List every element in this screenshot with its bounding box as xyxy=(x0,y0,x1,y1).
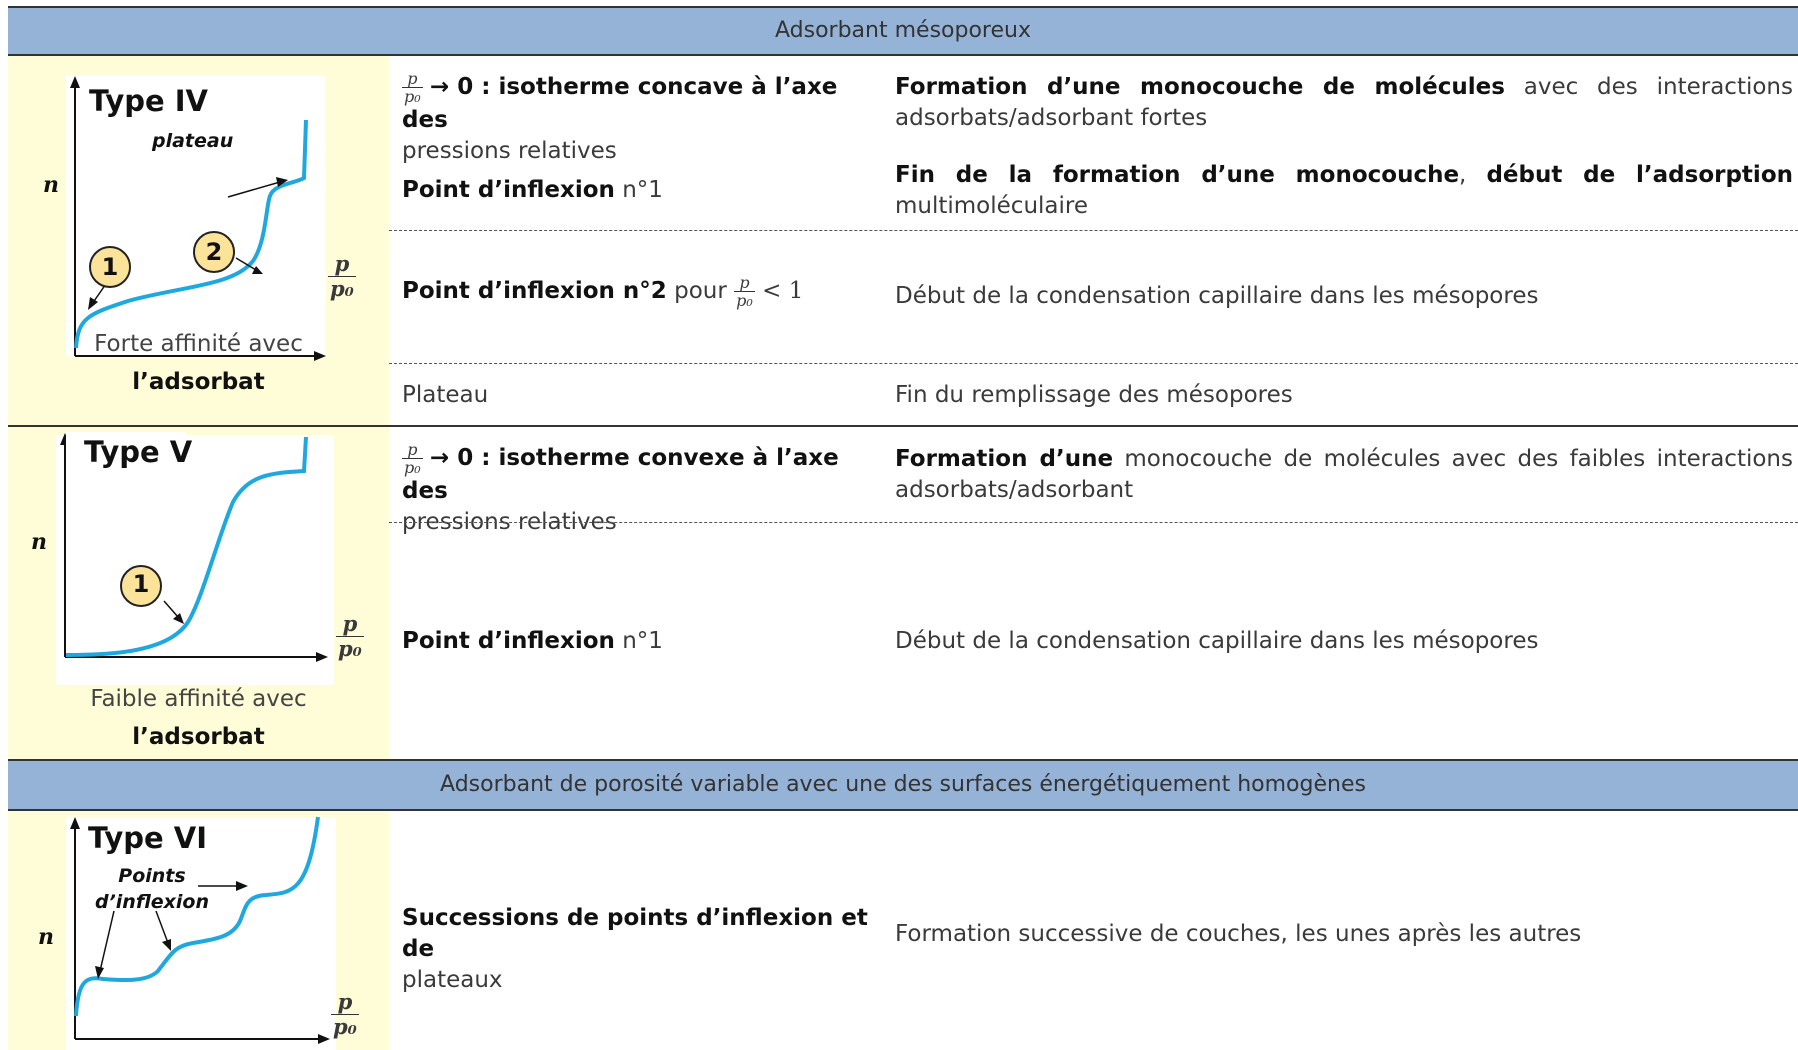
type4-row1-right-line2: adsorbats/adsorbant fortes xyxy=(895,105,1208,131)
fraction-den: p₀ xyxy=(404,87,421,106)
type4-graph-title: Type IV xyxy=(89,84,209,118)
row-divider xyxy=(389,230,1798,231)
type4-caption: Forte affinité avec l’adsorbat xyxy=(8,325,389,401)
type6-graph-title: Type VI xyxy=(88,821,208,855)
type5-x-axis-den: p₀ xyxy=(338,636,362,661)
type6-inflexion-label-line1: Points xyxy=(118,865,186,887)
type6-row-left: Successions de points d’inflexion et de … xyxy=(402,903,872,996)
type4-row3-left-bold: Point d’inflexion n°2 xyxy=(402,278,667,304)
type5-row2-left: Point d’inflexion n°1 xyxy=(402,626,872,657)
section-header-text: Adsorbant mésoporeux xyxy=(775,18,1031,43)
type5-caption: Faible affinité avec l’adsorbat xyxy=(8,680,389,756)
type4-row4-left: Plateau xyxy=(402,382,489,408)
type4-row2-right-bold: Fin de la formation d’une monocouche xyxy=(895,162,1460,188)
type6-inflexion-label-line2: d’inflexion xyxy=(94,891,210,913)
fraction-num: p xyxy=(734,274,755,292)
type4-row1-left: p p₀ → 0 : isotherme concave à l’axe des … xyxy=(402,70,872,167)
type4-x-axis-den: p₀ xyxy=(330,276,354,301)
type5-x-axis-num: p xyxy=(336,612,364,637)
type5-graph-title: Type V xyxy=(84,435,193,469)
section-header-variable-porosity: Adsorbant de porosité variable avec une … xyxy=(8,759,1798,811)
type5-row1-right-line2: adsorbats/adsorbant xyxy=(895,477,1134,503)
type4-row4-right: Fin du remplissage des mésopores xyxy=(895,382,1293,408)
type4-row1-left-bold: → 0 : isotherme concave à l’axe des xyxy=(402,74,838,133)
type4-row1-right-rest: avec des interactions xyxy=(1504,74,1793,100)
type5-row1-left-bold: → 0 : isotherme convexe à l’axe des xyxy=(402,445,839,504)
type4-row1-right-bold: Formation d’une monocouche de molécules xyxy=(895,74,1505,100)
type5-row1-left: p p₀ → 0 : isotherme convexe à l’axe des … xyxy=(402,441,872,538)
type4-row3-left: Point d’inflexion n°2 pour p p₀ < 1 xyxy=(402,274,872,309)
type6-row-left-bold: Successions de points d’inflexion et de xyxy=(402,905,868,962)
type5-marker-1-label: 1 xyxy=(132,570,150,598)
type4-marker-2-label: 2 xyxy=(205,238,223,266)
pressure-fraction: p p₀ xyxy=(734,274,755,309)
pressure-fraction: p p₀ xyxy=(402,70,423,105)
type4-row1-left-rest: pressions relatives xyxy=(402,138,617,164)
type5-row2-left-bold: Point d’inflexion xyxy=(402,628,615,654)
type5-row1-right-rest: monocouche de molécules avec des faibles… xyxy=(1113,446,1793,472)
type4-x-axis-label: p p₀ xyxy=(328,252,356,301)
fraction-den: p₀ xyxy=(736,291,753,310)
type4-y-axis-label: n xyxy=(43,172,59,198)
row-divider xyxy=(389,363,1798,364)
type4-marker-1-label: 1 xyxy=(101,253,119,281)
type6-row-left-rest: plateaux xyxy=(402,967,503,993)
type6-row-right: Formation successive de couches, les une… xyxy=(895,921,1582,947)
type5-caption-line2: l’adsorbat xyxy=(132,724,265,750)
type5-row2-left-rest: n°1 xyxy=(614,628,663,654)
pressure-fraction: p p₀ xyxy=(402,441,423,476)
type6-x-axis-den: p₀ xyxy=(333,1014,357,1039)
section-header-text: Adsorbant de porosité variable avec une … xyxy=(440,772,1366,797)
type4-row2-right-line2: multimoléculaire xyxy=(895,193,1088,219)
row-divider xyxy=(389,522,1798,523)
type6-x-axis-num: p xyxy=(331,990,359,1015)
type5-y-axis-label: n xyxy=(31,529,47,555)
type6-y-axis-label: n xyxy=(38,924,54,950)
type4-row2-left-rest: n°1 xyxy=(614,177,663,203)
type4-plateau-label: plateau xyxy=(152,130,234,152)
type6-x-axis-label: p p₀ xyxy=(331,990,359,1039)
type4-row1-right-line1: Formation d’une monocouche de molécules … xyxy=(895,72,1793,103)
type5-row1-right-line1: Formation d’une monocouche de molécules … xyxy=(895,444,1793,475)
type4-row2-right-bold2: début de l’adsorption xyxy=(1486,162,1793,188)
fraction-num: p xyxy=(402,441,423,459)
type4-caption-line1: Forte affinité avec xyxy=(94,331,303,357)
type4-row3-left-rest: pour xyxy=(666,278,735,304)
type4-row2-left: Point d’inflexion n°1 xyxy=(402,175,872,206)
fraction-num: p xyxy=(402,70,423,88)
type4-row2-right: Fin de la formation d’une monocouche, dé… xyxy=(895,160,1793,222)
type5-row1-right: Formation d’une monocouche de molécules … xyxy=(895,444,1793,506)
type5-caption-line1: Faible affinité avec xyxy=(90,686,307,712)
type4-row3-left-tail: < 1 xyxy=(754,278,804,304)
type5-row2-right: Début de la condensation capillaire dans… xyxy=(895,628,1539,654)
type4-row2-left-bold: Point d’inflexion xyxy=(402,177,615,203)
type4-row2-right-mid: , xyxy=(1459,162,1487,188)
type5-row1-right-bold: Formation d’une xyxy=(895,446,1114,472)
type4-row1-right: Formation d’une monocouche de molécules … xyxy=(895,72,1793,134)
fraction-den: p₀ xyxy=(404,458,421,477)
section-header-mesoporous: Adsorbant mésoporeux xyxy=(8,6,1798,56)
type4-row3-right: Début de la condensation capillaire dans… xyxy=(895,283,1539,309)
type4-caption-line2: l’adsorbat xyxy=(132,369,265,395)
type4-row2-right-line1: Fin de la formation d’une monocouche, dé… xyxy=(895,160,1793,191)
type6-inflexion-label: Points d’inflexion xyxy=(92,863,212,915)
type5-x-axis-label: p p₀ xyxy=(336,612,364,661)
type4-x-axis-num: p xyxy=(328,252,356,277)
